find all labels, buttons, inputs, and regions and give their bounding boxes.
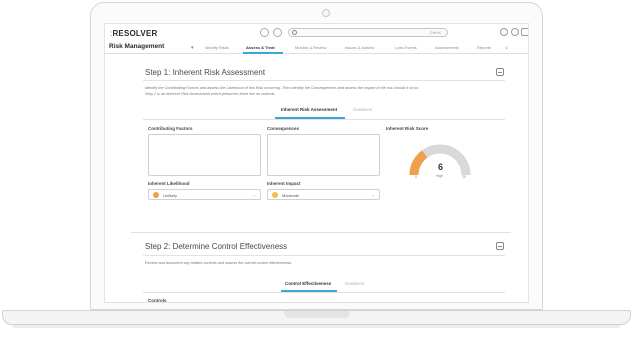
gauge-max-label: 20 [462,175,466,179]
step2-title: Step 2: Determine Control Effectiveness [145,242,288,251]
camera-icon [322,9,330,17]
tab-guidance[interactable]: Guidance [345,281,364,286]
search-icon [292,30,297,35]
inherent-impact-label: Inherent Impact [267,181,301,186]
chevron-down-icon[interactable]: ▾ [191,45,194,51]
step1-description: Identify the Contributing Factors and as… [145,86,420,96]
app-nav: Risk Management ▾ Identify Risks Assess … [105,41,528,54]
nav-more-icon[interactable]: ∨ [505,45,508,50]
inherent-risk-score-label: Inherent Risk Score [386,126,429,131]
consequences-label: Consequences [267,126,300,131]
laptop-shadow [12,325,621,328]
tab-inherent-risk-assessment[interactable]: Inherent Risk Assessment [281,107,337,112]
search-shortcut-hint: Ctrl+K [429,30,441,35]
gauge-fill [409,150,428,176]
gauge-min-label: 0 [415,175,417,179]
nav-tab-monitor-review[interactable]: Monitor & Review [295,45,326,50]
nav-active-indicator [243,52,283,54]
top-bar: :RESOLVER Ctrl+K [105,24,528,41]
chat-icon[interactable] [500,28,508,36]
consequences-field[interactable] [267,134,380,176]
risk-score-level: High [436,174,444,178]
tab-control-effectiveness[interactable]: Control Effectiveness [285,281,331,286]
laptop-screen: :RESOLVER Ctrl+K Risk Management ▾ Ident… [104,23,529,303]
divider [143,255,505,256]
search-input[interactable]: Ctrl+K [288,28,448,37]
collapse-icon[interactable] [496,68,504,76]
subtab-divider [143,119,505,120]
chevron-down-icon: ⌄ [252,192,256,197]
collapse-icon[interactable] [496,242,504,250]
nav-tab-identify-risks[interactable]: Identify Risks [205,45,229,50]
nav-tab-reports[interactable]: Reports [477,45,491,50]
impact-value: Moderate [282,193,299,198]
section-divider [131,232,511,233]
user-icon[interactable] [521,28,528,36]
likelihood-value: Unlikely [163,193,178,198]
risk-score-gauge [409,144,471,176]
contributing-factors-label: Contributing Factors [148,126,193,131]
nav-tab-assessments[interactable]: Assessments [435,45,459,50]
nav-tab-issues-actions[interactable]: Issues & Actions [345,45,374,50]
inherent-likelihood-select[interactable]: Unlikely ⌄ [148,189,261,200]
resolver-logo[interactable]: :RESOLVER [110,29,157,38]
subtab-divider [143,292,505,293]
controls-label: Controls [148,298,167,303]
laptop-notch [284,311,350,318]
impact-color-dot [272,192,278,198]
tab-guidance[interactable]: Guidance [353,107,372,112]
inherent-likelihood-label: Inherent Likelihood [148,181,190,186]
inherent-impact-select[interactable]: Moderate ⌄ [267,189,380,200]
divider [143,80,505,81]
main-content: Step 1: Inherent Risk Assessment Identif… [105,55,528,303]
contributing-factors-field[interactable] [148,134,261,176]
step1-title: Step 1: Inherent Risk Assessment [145,68,266,77]
nav-tab-assess-treat[interactable]: Assess & Treat [246,45,275,50]
step2-description: Review and document any related controls… [145,261,293,265]
chevron-down-icon: ⌄ [371,192,375,197]
risk-score-value: 6 [438,162,444,172]
nav-tab-loss-events[interactable]: Loss Events [395,45,417,50]
likelihood-color-dot [153,192,159,198]
help-icon[interactable] [511,28,519,36]
app-name[interactable]: Risk Management [109,43,164,50]
bell-icon[interactable] [260,28,269,37]
globe-icon[interactable] [273,28,282,37]
